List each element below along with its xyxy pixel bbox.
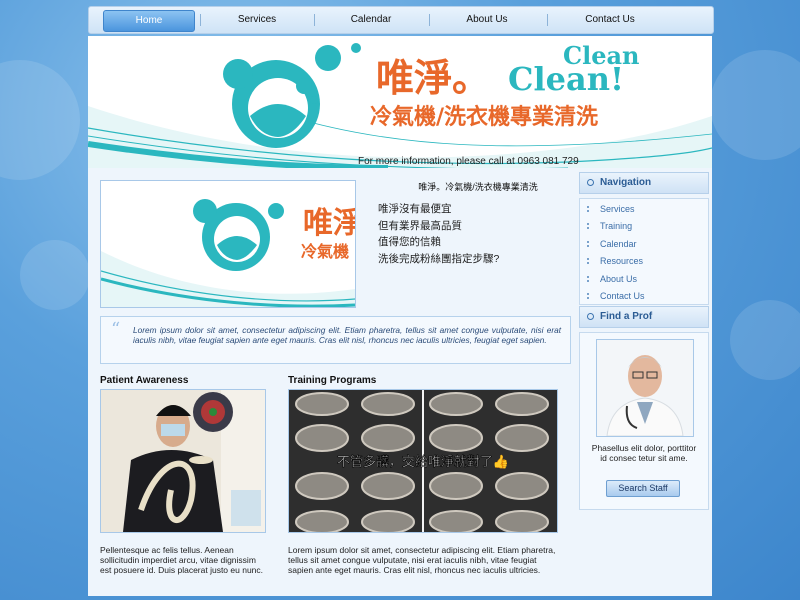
patient-awareness-title: Patient Awareness bbox=[100, 375, 189, 386]
top-nav-bar: Home Services Calendar About Us Contact … bbox=[88, 6, 714, 34]
bubble-logo-icon bbox=[223, 43, 361, 148]
find-a-prof-box: Phasellus elit dolor, porttitor id conse… bbox=[579, 332, 709, 510]
banner-brand-en-2: Clean! bbox=[508, 60, 624, 98]
intro-line: 但有業界最高品質 bbox=[378, 219, 462, 232]
banner-tagline: 冷氣機/洗衣機專業清洗 bbox=[370, 104, 598, 130]
banner-graphic: 唯淨。 Clean Clean! 冷氣機/洗衣機專業清洗 bbox=[88, 41, 712, 168]
background-bubble bbox=[710, 50, 800, 160]
navigation-header: Navigation bbox=[579, 172, 709, 194]
background-bubble bbox=[730, 300, 800, 380]
nav-services[interactable]: Services bbox=[207, 10, 307, 30]
sidebar-link-training[interactable]: Training bbox=[587, 221, 632, 231]
sidebar-link-resources[interactable]: Resources bbox=[587, 256, 643, 266]
nav-home[interactable]: Home bbox=[103, 10, 195, 32]
nav-contact-us[interactable]: Contact Us bbox=[555, 10, 665, 30]
intro-title: 唯淨。冷氣機/洗衣機專業清洗 bbox=[418, 182, 538, 192]
nav-divider bbox=[547, 14, 548, 26]
nav-divider bbox=[200, 14, 201, 26]
drum-grid-graphic: 不管多髒，交給唯淨就對了👍 bbox=[289, 390, 557, 532]
background-bubble bbox=[0, 60, 80, 180]
intro-line: 唯淨沒有最便宜 bbox=[378, 203, 452, 215]
bullet-icon bbox=[587, 206, 595, 212]
bullet-icon bbox=[587, 241, 595, 247]
intro-line: 洗後完成粉絲團指定步驟? bbox=[378, 252, 500, 265]
sidebar-link-about-us[interactable]: About Us bbox=[587, 274, 637, 284]
patient-awareness-text: Pellentesque ac felis tellus. Aenean sol… bbox=[100, 545, 264, 575]
navigation-title: Navigation bbox=[600, 177, 652, 188]
find-a-prof-title: Find a Prof bbox=[600, 311, 653, 322]
doctor-photo bbox=[596, 339, 694, 437]
nav-divider bbox=[314, 14, 315, 26]
bullet-icon bbox=[587, 276, 595, 282]
circle-bullet-icon bbox=[587, 313, 594, 320]
find-a-prof-header: Find a Prof bbox=[579, 306, 709, 328]
background-bubble bbox=[20, 240, 90, 310]
training-photo-collage: 不管多髒，交給唯淨就對了👍 bbox=[288, 389, 558, 533]
sidebar-nav: Services Training Calendar Resources Abo… bbox=[579, 198, 709, 305]
header-banner: 唯淨。 Clean Clean! 冷氣機/洗衣機專業清洗 For more in… bbox=[88, 36, 712, 168]
banner-contact-line: For more information, please call at 096… bbox=[358, 156, 579, 167]
intro-block: 唯淨。冷氣機/洗衣機專業清洗 唯淨沒有最便宜 但有業界最高品質 值得您的信賴 洗… bbox=[378, 180, 578, 267]
training-programs-title: Training Programs bbox=[288, 375, 377, 386]
patient-photo bbox=[100, 389, 266, 533]
nav-calendar[interactable]: Calendar bbox=[321, 10, 421, 30]
nav-divider bbox=[429, 14, 430, 26]
hero-logo-graphic: 唯淨 冷氣機 bbox=[101, 199, 355, 307]
quote-box: “ Lorem ipsum dolor sit amet, consectetu… bbox=[100, 316, 571, 364]
search-staff-button[interactable]: Search Staff bbox=[606, 480, 680, 497]
hero-tagline: 冷氣機 bbox=[301, 242, 349, 261]
bullet-icon bbox=[587, 223, 595, 229]
sidebar-link-contact-us[interactable]: Contact Us bbox=[587, 291, 645, 301]
page-container: 唯淨。 Clean Clean! 冷氣機/洗衣機專業清洗 For more in… bbox=[88, 36, 712, 596]
nav-about-us[interactable]: About Us bbox=[437, 10, 537, 30]
training-overlay-caption: 不管多髒，交給唯淨就對了👍 bbox=[337, 454, 509, 470]
find-a-prof-text: Phasellus elit dolor, porttitor id conse… bbox=[591, 443, 697, 463]
bullet-icon bbox=[587, 293, 595, 299]
training-programs-text: Lorem ipsum dolor sit amet, consectetur … bbox=[288, 545, 556, 575]
sidebar-link-services[interactable]: Services bbox=[587, 204, 635, 214]
hero-brand-cn: 唯淨 bbox=[303, 206, 355, 241]
intro-line: 值得您的信賴 bbox=[378, 236, 441, 248]
hero-image: 唯淨 冷氣機 bbox=[100, 180, 356, 308]
banner-brand-cn: 唯淨。 bbox=[376, 56, 490, 100]
quote-icon: “ bbox=[111, 319, 121, 340]
circle-bullet-icon bbox=[587, 179, 594, 186]
bullet-icon bbox=[587, 258, 595, 264]
sidebar-link-calendar[interactable]: Calendar bbox=[587, 239, 637, 249]
quote-text: Lorem ipsum dolor sit amet, consectetur … bbox=[133, 325, 561, 345]
